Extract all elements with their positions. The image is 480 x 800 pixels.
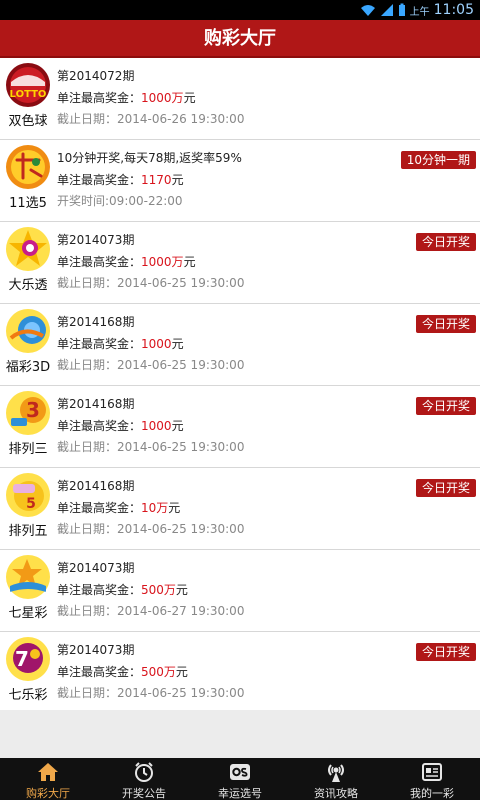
- lottery-prize: 单注最高奖金：10万元: [57, 501, 181, 515]
- lottery-badge: 今日开奖: [415, 315, 476, 333]
- qilecai-logo-icon: 7: [5, 636, 51, 682]
- lottery-period: 第2014073期: [57, 561, 135, 575]
- tab-draw-notice[interactable]: 开奖公告: [96, 758, 192, 800]
- lottery-row-pailie5[interactable]: 5 排列五 第2014168期 单注最高奖金：10万元 截止日期：2014-06…: [0, 468, 480, 550]
- svg-text:3: 3: [26, 398, 40, 422]
- lottery-row-qixingcai[interactable]: 七星彩 第2014073期 单注最高奖金：500万元 截止日期：2014-06-…: [0, 550, 480, 632]
- lottery-deadline: 截止日期：2014-06-25 19:30:00: [57, 440, 245, 454]
- alarm-clock-icon: [135, 762, 153, 782]
- tab-home[interactable]: 购彩大厅: [0, 758, 96, 800]
- lottery-prize: 单注最高奖金：500万元: [57, 583, 188, 597]
- lottery-deadline: 截止日期：2014-06-25 19:30:00: [57, 686, 245, 700]
- status-ampm: 上午: [409, 6, 430, 18]
- lottery-name: 双色球: [8, 114, 48, 129]
- lottery-name: 排列三: [8, 442, 48, 457]
- lottery-prize: 单注最高奖金：1000万元: [57, 255, 196, 269]
- lottery-name: 七星彩: [8, 606, 48, 621]
- lottery-prize: 单注最高奖金：1000元: [57, 419, 184, 433]
- lottery-name: 大乐透: [8, 278, 48, 293]
- tab-label: 幸运选号: [218, 787, 262, 800]
- lottery-deadline: 截止日期：2014-06-27 19:30:00: [57, 604, 245, 618]
- 11xuan5-logo-icon: [5, 144, 51, 190]
- lottery-name: 福彩3D: [5, 360, 51, 375]
- lottery-badge: 今日开奖: [415, 233, 476, 251]
- tab-news[interactable]: 资讯攻略: [288, 758, 384, 800]
- lottery-deadline: 截止日期：2014-06-26 19:30:00: [57, 112, 245, 126]
- lottery-period: 第2014072期: [57, 69, 135, 83]
- lottery-deadline: 截止日期：2014-06-25 19:30:00: [57, 276, 245, 290]
- tab-lucky-pick[interactable]: 幸运选号: [192, 758, 288, 800]
- lottery-row-11xuan5[interactable]: 11选5 10分钟开奖,每天78期,返奖率59% 单注最高奖金：1170元 开奖…: [0, 140, 480, 222]
- lottery-prize: 单注最高奖金：1000万元: [57, 91, 196, 105]
- lottery-draw-time: 开奖时间:09:00-22:00: [57, 194, 183, 208]
- lottery-period: 第2014073期: [57, 643, 135, 657]
- lottery-name: 排列五: [8, 524, 48, 539]
- status-clock: 11:05: [433, 2, 474, 18]
- lottery-badge: 今日开奖: [415, 397, 476, 415]
- status-bar: 上午 11:05: [0, 0, 480, 20]
- pailie5-logo-icon: 5: [5, 472, 51, 518]
- tab-label: 购彩大厅: [26, 787, 70, 800]
- tab-label: 资讯攻略: [314, 787, 358, 800]
- lottery-period: 第2014168期: [57, 397, 135, 411]
- lottery-row-shuangseqiu[interactable]: LOTTO 双色球 第2014072期 单注最高奖金：1000万元 截止日期：2…: [0, 58, 480, 140]
- lottery-prize: 单注最高奖金：1170元: [57, 173, 184, 187]
- profile-card-icon: [422, 763, 442, 781]
- shuangseqiu-logo-icon: LOTTO: [5, 62, 51, 108]
- tab-profile[interactable]: 我的一彩: [384, 758, 480, 800]
- signal-icon: [380, 4, 393, 16]
- lottery-period: 第2014073期: [57, 233, 135, 247]
- lottery-name: 七乐彩: [8, 688, 48, 703]
- lottery-row-qilecai[interactable]: 7 七乐彩 第2014073期 单注最高奖金：500万元 截止日期：2014-0…: [0, 632, 480, 714]
- lottery-badge: 今日开奖: [415, 643, 476, 661]
- lottery-period: 第2014168期: [57, 479, 135, 493]
- daletou-logo-icon: [5, 226, 51, 272]
- pailie3-logo-icon: 3: [5, 390, 51, 436]
- lottery-period: 10分钟开奖,每天78期,返奖率59%: [57, 151, 242, 165]
- lottery-badge: 10分钟一期: [400, 151, 476, 169]
- lottery-row-daletou[interactable]: 大乐透 第2014073期 单注最高奖金：1000万元 截止日期：2014-06…: [0, 222, 480, 304]
- lottery-row-fucai3d[interactable]: 福彩3D 第2014168期 单注最高奖金：1000元 截止日期：2014-06…: [0, 304, 480, 386]
- lottery-deadline: 截止日期：2014-06-25 19:30:00: [57, 522, 245, 536]
- battery-icon: [398, 3, 405, 16]
- tab-label: 我的一彩: [410, 787, 454, 800]
- lottery-period: 第2014168期: [57, 315, 135, 329]
- qixingcai-logo-icon: [5, 554, 51, 600]
- page-title: 购彩大厅: [0, 20, 480, 58]
- broadcast-icon: [328, 764, 344, 782]
- tab-label: 开奖公告: [122, 787, 166, 800]
- lottery-row-pailie3[interactable]: 3 排列三 第2014168期 单注最高奖金：1000元 截止日期：2014-0…: [0, 386, 480, 468]
- empty-area: [0, 710, 480, 758]
- lottery-prize: 单注最高奖金：1000元: [57, 337, 184, 351]
- lottery-list: LOTTO 双色球 第2014072期 单注最高奖金：1000万元 截止日期：2…: [0, 58, 480, 714]
- lottery-name: 11选5: [9, 196, 47, 211]
- svg-text:LOTTO: LOTTO: [10, 89, 47, 100]
- lucky-pick-icon: [230, 764, 250, 780]
- svg-text:5: 5: [26, 496, 36, 512]
- home-icon: [38, 763, 58, 781]
- lottery-badge: 今日开奖: [415, 479, 476, 497]
- lottery-prize: 单注最高奖金：500万元: [57, 665, 188, 679]
- lottery-deadline: 截止日期：2014-06-25 19:30:00: [57, 358, 245, 372]
- bottom-tab-bar: 购彩大厅 开奖公告 幸运选号 资讯攻略 我的一彩: [0, 758, 480, 800]
- wifi-icon: [360, 5, 375, 16]
- svg-text:7: 7: [15, 647, 29, 671]
- fucai3d-logo-icon: [5, 308, 51, 354]
